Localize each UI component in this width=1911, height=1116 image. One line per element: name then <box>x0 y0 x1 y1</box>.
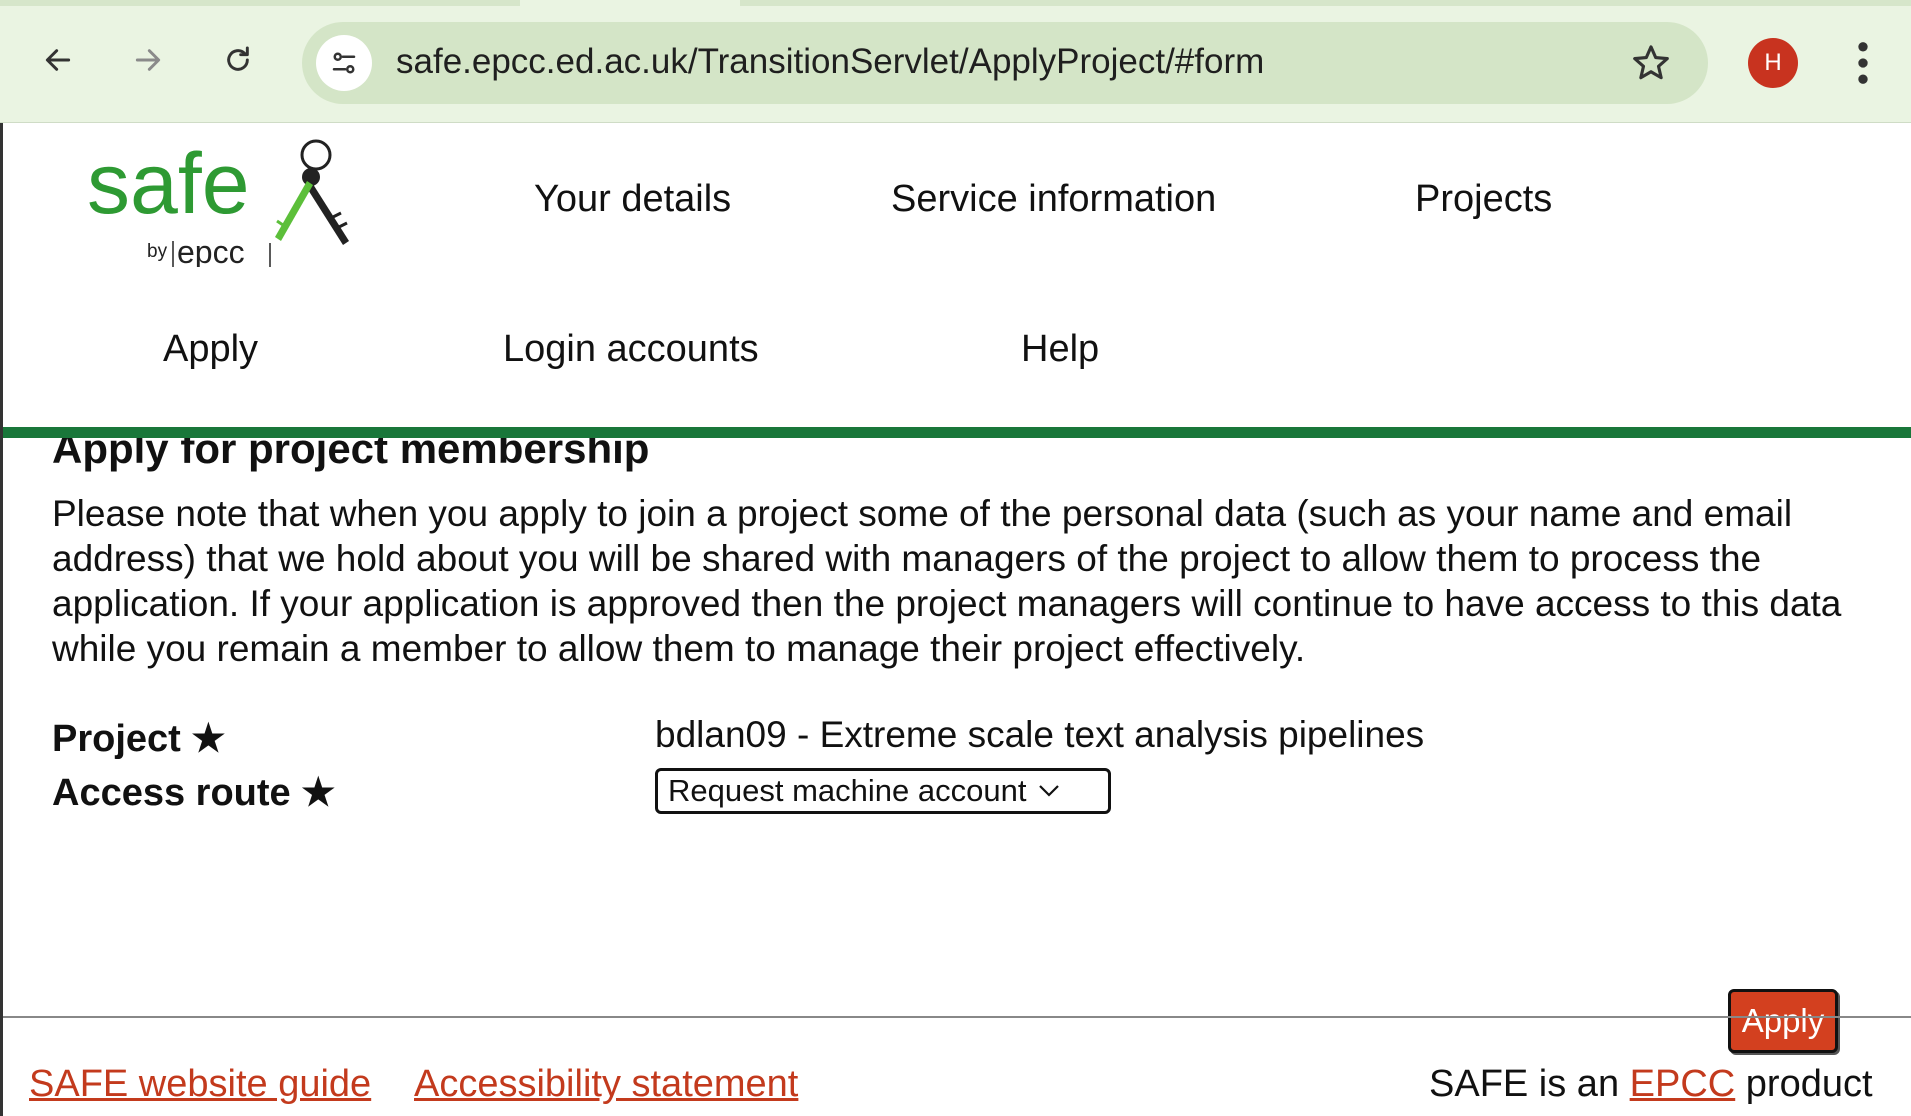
access-route-label: Access route ★ <box>52 772 336 814</box>
nav-help[interactable]: Help <box>1021 328 1099 371</box>
footer-divider <box>3 1016 1911 1018</box>
back-icon <box>45 49 71 71</box>
url-text[interactable]: safe.epcc.ed.ac.uk/TransitionServlet/App… <box>396 42 1264 82</box>
project-label: Project ★ <box>52 718 226 760</box>
page-content: safe by epcc Your details Service inform… <box>0 123 1911 1116</box>
reload-icon <box>227 46 249 71</box>
active-tab[interactable] <box>520 0 740 6</box>
tab-strip <box>0 0 1911 6</box>
bookmark-star-icon[interactable] <box>1630 42 1672 84</box>
site-info-button[interactable] <box>316 35 372 91</box>
keys-icon <box>275 139 349 245</box>
reload-button[interactable] <box>210 32 266 88</box>
address-bar[interactable]: safe.epcc.ed.ac.uk/TransitionServlet/App… <box>302 22 1708 104</box>
forward-icon <box>135 49 161 71</box>
nav-projects[interactable]: Projects <box>1415 178 1552 221</box>
accessibility-statement-link[interactable]: Accessibility statement <box>414 1063 798 1106</box>
logo-word: safe <box>87 137 250 232</box>
epcc-link[interactable]: EPCC <box>1630 1063 1736 1105</box>
header-divider <box>3 427 1911 438</box>
footer-suffix: product <box>1745 1063 1873 1105</box>
apply-button[interactable]: Apply <box>1728 989 1838 1053</box>
browser-toolbar: safe.epcc.ed.ac.uk/TransitionServlet/App… <box>0 0 1911 123</box>
chevron-down-icon <box>1039 785 1060 797</box>
footer-product-note: SAFE is an EPCC product <box>1429 1063 1873 1106</box>
privacy-notice: Please note that when you apply to join … <box>52 493 1842 669</box>
safe-logo[interactable]: safe by epcc <box>87 137 357 267</box>
safe-website-guide-link[interactable]: SAFE website guide <box>29 1063 371 1106</box>
nav-login-accounts[interactable]: Login accounts <box>503 328 759 371</box>
site-info-icon <box>332 52 356 74</box>
nav-apply[interactable]: Apply <box>163 328 258 371</box>
footer-prefix: SAFE is an <box>1429 1063 1620 1105</box>
access-route-select[interactable]: Request machine account <box>655 768 1111 814</box>
back-button[interactable] <box>30 32 86 88</box>
forward-button[interactable] <box>120 32 176 88</box>
access-route-selected: Request machine account <box>668 773 1027 808</box>
logo-by: by <box>147 241 168 262</box>
profile-avatar[interactable]: H <box>1748 38 1798 88</box>
project-value: bdlan09 - Extreme scale text analysis pi… <box>655 714 1425 755</box>
nav-service-information[interactable]: Service information <box>891 178 1216 221</box>
menu-kebab-icon[interactable] <box>1848 36 1878 90</box>
nav-your-details[interactable]: Your details <box>534 178 731 221</box>
logo-org: epcc <box>177 234 245 267</box>
